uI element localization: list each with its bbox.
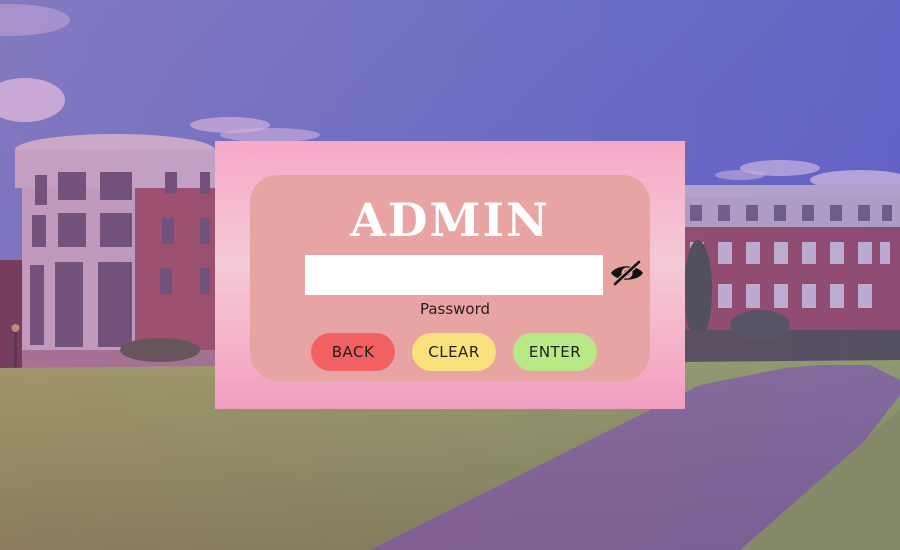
login-panel: ADMIN Password BACK CLEAR ENTER	[250, 175, 650, 381]
password-label: Password	[419, 300, 491, 318]
enter-button[interactable]: ENTER	[513, 333, 597, 371]
show-password-toggle[interactable]	[608, 259, 646, 291]
login-card: ADMIN Password BACK CLEAR ENTER	[215, 141, 685, 409]
back-button[interactable]: BACK	[311, 333, 395, 371]
eye-slash-icon	[609, 259, 645, 291]
page-title: ADMIN	[349, 193, 551, 247]
password-input[interactable]	[305, 255, 603, 295]
clear-button[interactable]: CLEAR	[412, 333, 496, 371]
